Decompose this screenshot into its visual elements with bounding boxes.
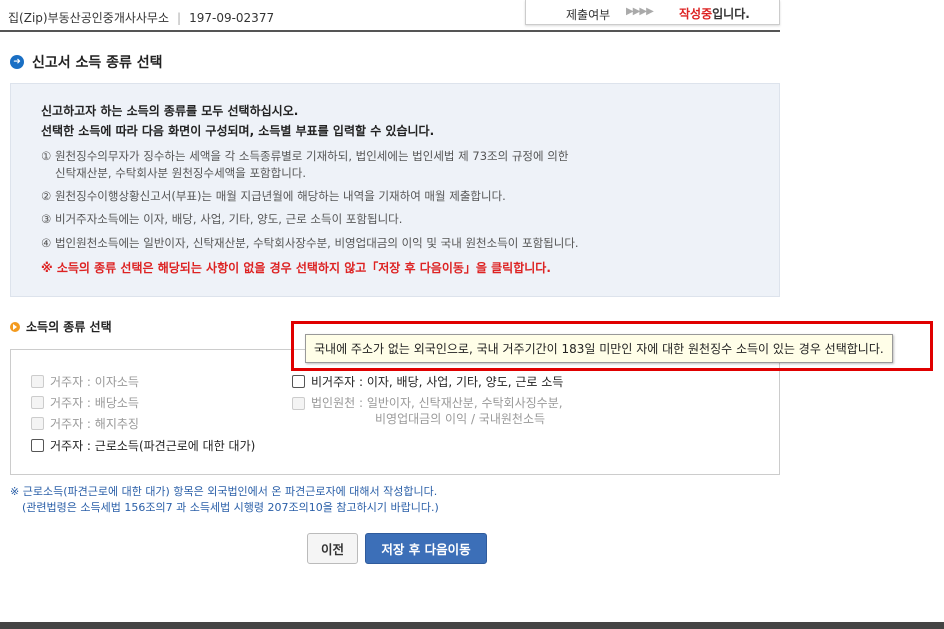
separator: | xyxy=(177,11,182,25)
submission-status: 제출여부 ▶▶▶▶ 작성중입니다. xyxy=(525,0,780,25)
save-next-button[interactable]: 저장 후 다음이동 xyxy=(365,533,487,564)
status-suffix: 입니다. xyxy=(712,7,750,21)
business-number: 197-09-02377 xyxy=(189,11,275,25)
checkbox[interactable] xyxy=(31,375,44,388)
note-line-2: (관련법령은 소득세법 156조의7 과 소득세법 시행령 207조의10을 참… xyxy=(22,501,439,514)
option-label: 법인원천 : 일반이자, 신탁재산분, 수탁회사징수분, xyxy=(311,396,563,410)
lead-line-2: 선택한 소득에 따라 다음 화면이 구성되며, 소득별 부표를 입력할 수 있습… xyxy=(41,124,435,138)
option-nonresident[interactable]: 비거주자 : 이자, 배당, 사업, 기타, 양도, 근로 소득 xyxy=(292,373,563,390)
page-title: ➜ 신고서 소득 종류 선택 xyxy=(10,52,163,72)
option-resident-dividend[interactable]: 거주자 : 배당소득 xyxy=(31,394,139,411)
instruction-item-3: ③ 비거주자소득에는 이자, 배당, 사업, 기타, 양도, 근로 소득이 포함… xyxy=(41,212,403,226)
option-label-group: 법인원천 : 일반이자, 신탁재산분, 수탁회사징수분, 비영업대금의 이익 /… xyxy=(311,395,563,427)
instruction-item-1: ① 원천징수의무자가 징수하는 세액을 각 소득종류별로 기재하되, 법인세에는… xyxy=(41,148,568,182)
option-resident-interest[interactable]: 거주자 : 이자소득 xyxy=(31,373,139,390)
option-corporate[interactable]: 법인원천 : 일반이자, 신탁재산분, 수탁회사징수분, 비영업대금의 이익 /… xyxy=(292,395,563,427)
option-resident-labor[interactable]: 거주자 : 근로소득(파견근로에 대한 대가) xyxy=(31,437,255,454)
option-resident-termination[interactable]: 거주자 : 해지추징 xyxy=(31,415,139,432)
instruction-warning: ※ 소득의 종류 선택은 해당되는 사항이 없을 경우 선택하지 않고「저장 후… xyxy=(41,261,551,275)
option-label: 거주자 : 이자소득 xyxy=(50,375,139,389)
item-1-line-a: ① 원천징수의무자가 징수하는 세액을 각 소득종류별로 기재하되, 법인세에는… xyxy=(41,149,569,163)
option-label: 비거주자 : 이자, 배당, 사업, 기타, 양도, 근로 소득 xyxy=(311,375,564,389)
checkbox[interactable] xyxy=(31,439,44,452)
income-type-title-text: 소득의 종류 선택 xyxy=(26,320,112,334)
status-label: 제출여부 xyxy=(566,8,611,22)
tooltip: 국내에 주소가 없는 외국인으로, 국내 거주기간이 183일 미만인 자에 대… xyxy=(305,334,893,363)
instruction-lead: 신고하고자 하는 소득의 종류를 모두 선택하십시오. 선택한 소득에 따라 다… xyxy=(41,101,434,141)
checkbox[interactable] xyxy=(292,397,305,410)
status-value: 작성중입니다. xyxy=(679,5,750,22)
option-label: 거주자 : 해지추징 xyxy=(50,417,139,431)
instruction-item-2: ② 원천징수이행상황신고서(부표)는 매월 지급년월에 해당하는 내역을 기재하… xyxy=(41,189,506,203)
lead-line-1: 신고하고자 하는 소득의 종류를 모두 선택하십시오. xyxy=(41,104,299,118)
checkbox[interactable] xyxy=(31,396,44,409)
instruction-box: 신고하고자 하는 소득의 종류를 모두 선택하십시오. 선택한 소득에 따라 다… xyxy=(10,83,780,297)
status-arrows: ▶▶▶▶ xyxy=(626,6,654,17)
instruction-item-4: ④ 법인원천소득에는 일반이자, 신탁재산분, 수탁회사장수분, 비영업대금의 … xyxy=(41,236,579,250)
company-info: 집(Zip)부동산공인중개사사무소 | 197-09-02377 xyxy=(8,9,274,26)
bullet-icon xyxy=(10,321,20,332)
option-label: 거주자 : 근로소득(파견근로에 대한 대가) xyxy=(50,439,256,453)
checkbox[interactable] xyxy=(292,375,305,388)
arrow-circle-icon: ➜ xyxy=(10,55,24,69)
option-label-2: 비영업대금의 이익 / 국내원천소득 xyxy=(375,412,546,426)
footer-bar xyxy=(0,622,944,629)
checkbox[interactable] xyxy=(31,417,44,430)
company-name: 집(Zip)부동산공인중개사사무소 xyxy=(8,11,170,25)
income-type-title: 소득의 종류 선택 xyxy=(10,318,112,335)
note: ※ 근로소득(파견근로에 대한 대가) 항목은 외국법인에서 온 파견근로자에 … xyxy=(10,484,439,516)
item-1-line-b: 신탁재산분, 수탁회사분 원천징수세액을 포함합니다. xyxy=(55,166,307,180)
note-line-1: ※ 근로소득(파견근로에 대한 대가) 항목은 외국법인에서 온 파견근로자에 … xyxy=(10,485,438,498)
status-value-text: 작성중 xyxy=(679,7,713,21)
prev-button[interactable]: 이전 xyxy=(307,533,358,564)
top-bar: 집(Zip)부동산공인중개사사무소 | 197-09-02377 제출여부 ▶▶▶▶… xyxy=(0,0,780,32)
page-title-text: 신고서 소득 종류 선택 xyxy=(32,55,163,71)
option-label: 거주자 : 배당소득 xyxy=(50,396,139,410)
